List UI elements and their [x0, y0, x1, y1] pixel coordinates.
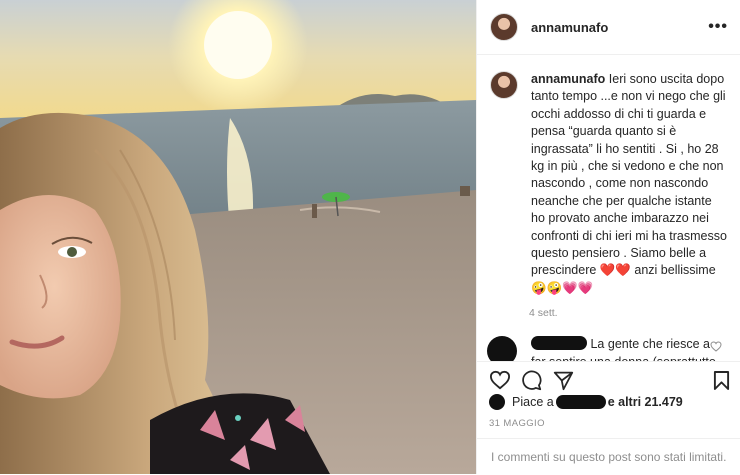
- comment-icon[interactable]: [521, 370, 542, 391]
- comment-text-block: La gente che riesce a far sentire una do…: [531, 336, 721, 361]
- beach-sunset-selfie-image: [0, 0, 476, 474]
- small-heart-icon[interactable]: [710, 341, 722, 352]
- bookmark-icon[interactable]: [713, 370, 730, 391]
- caption-text-block: annamunafo Ieri sono uscita dopo tanto t…: [531, 71, 728, 297]
- username-link[interactable]: annamunafo: [531, 20, 708, 35]
- comment-avatar-redacted[interactable]: [487, 336, 517, 361]
- caption: annamunafo Ieri sono uscita dopo tanto t…: [477, 55, 740, 297]
- avatar[interactable]: [490, 13, 518, 41]
- caption-age[interactable]: 4 sett.: [529, 307, 740, 319]
- redacted-liker-name: [555, 395, 606, 409]
- share-icon[interactable]: [553, 370, 574, 391]
- redacted-username: [531, 336, 587, 351]
- post-header: annamunafo •••: [477, 0, 740, 55]
- more-options-icon[interactable]: •••: [708, 18, 728, 36]
- likes-count[interactable]: e altri 21.479: [608, 395, 683, 409]
- post-date[interactable]: 31 MAGGIO: [489, 418, 545, 429]
- post-side-panel: annamunafo ••• annamunafo Ieri sono usci…: [476, 0, 740, 474]
- heart-icon[interactable]: [489, 370, 511, 390]
- comments-area[interactable]: annamunafo Ieri sono uscita dopo tanto t…: [477, 55, 740, 361]
- post-photo[interactable]: [0, 0, 476, 474]
- likes-prefix: Piace a: [512, 395, 554, 409]
- caption-avatar[interactable]: [490, 71, 518, 99]
- liker-avatar-redacted[interactable]: [489, 394, 505, 410]
- caption-username[interactable]: annamunafo: [531, 72, 605, 86]
- caption-text: Ieri sono uscita dopo tanto tempo ...e n…: [531, 72, 727, 295]
- comments-limited-notice: I commenti su questo post sono stati lim…: [477, 438, 740, 475]
- comment-item: La gente che riesce a far sentire una do…: [477, 319, 740, 361]
- likes-line: Piace a e altri 21.479: [489, 394, 683, 410]
- action-bar: [477, 361, 740, 392]
